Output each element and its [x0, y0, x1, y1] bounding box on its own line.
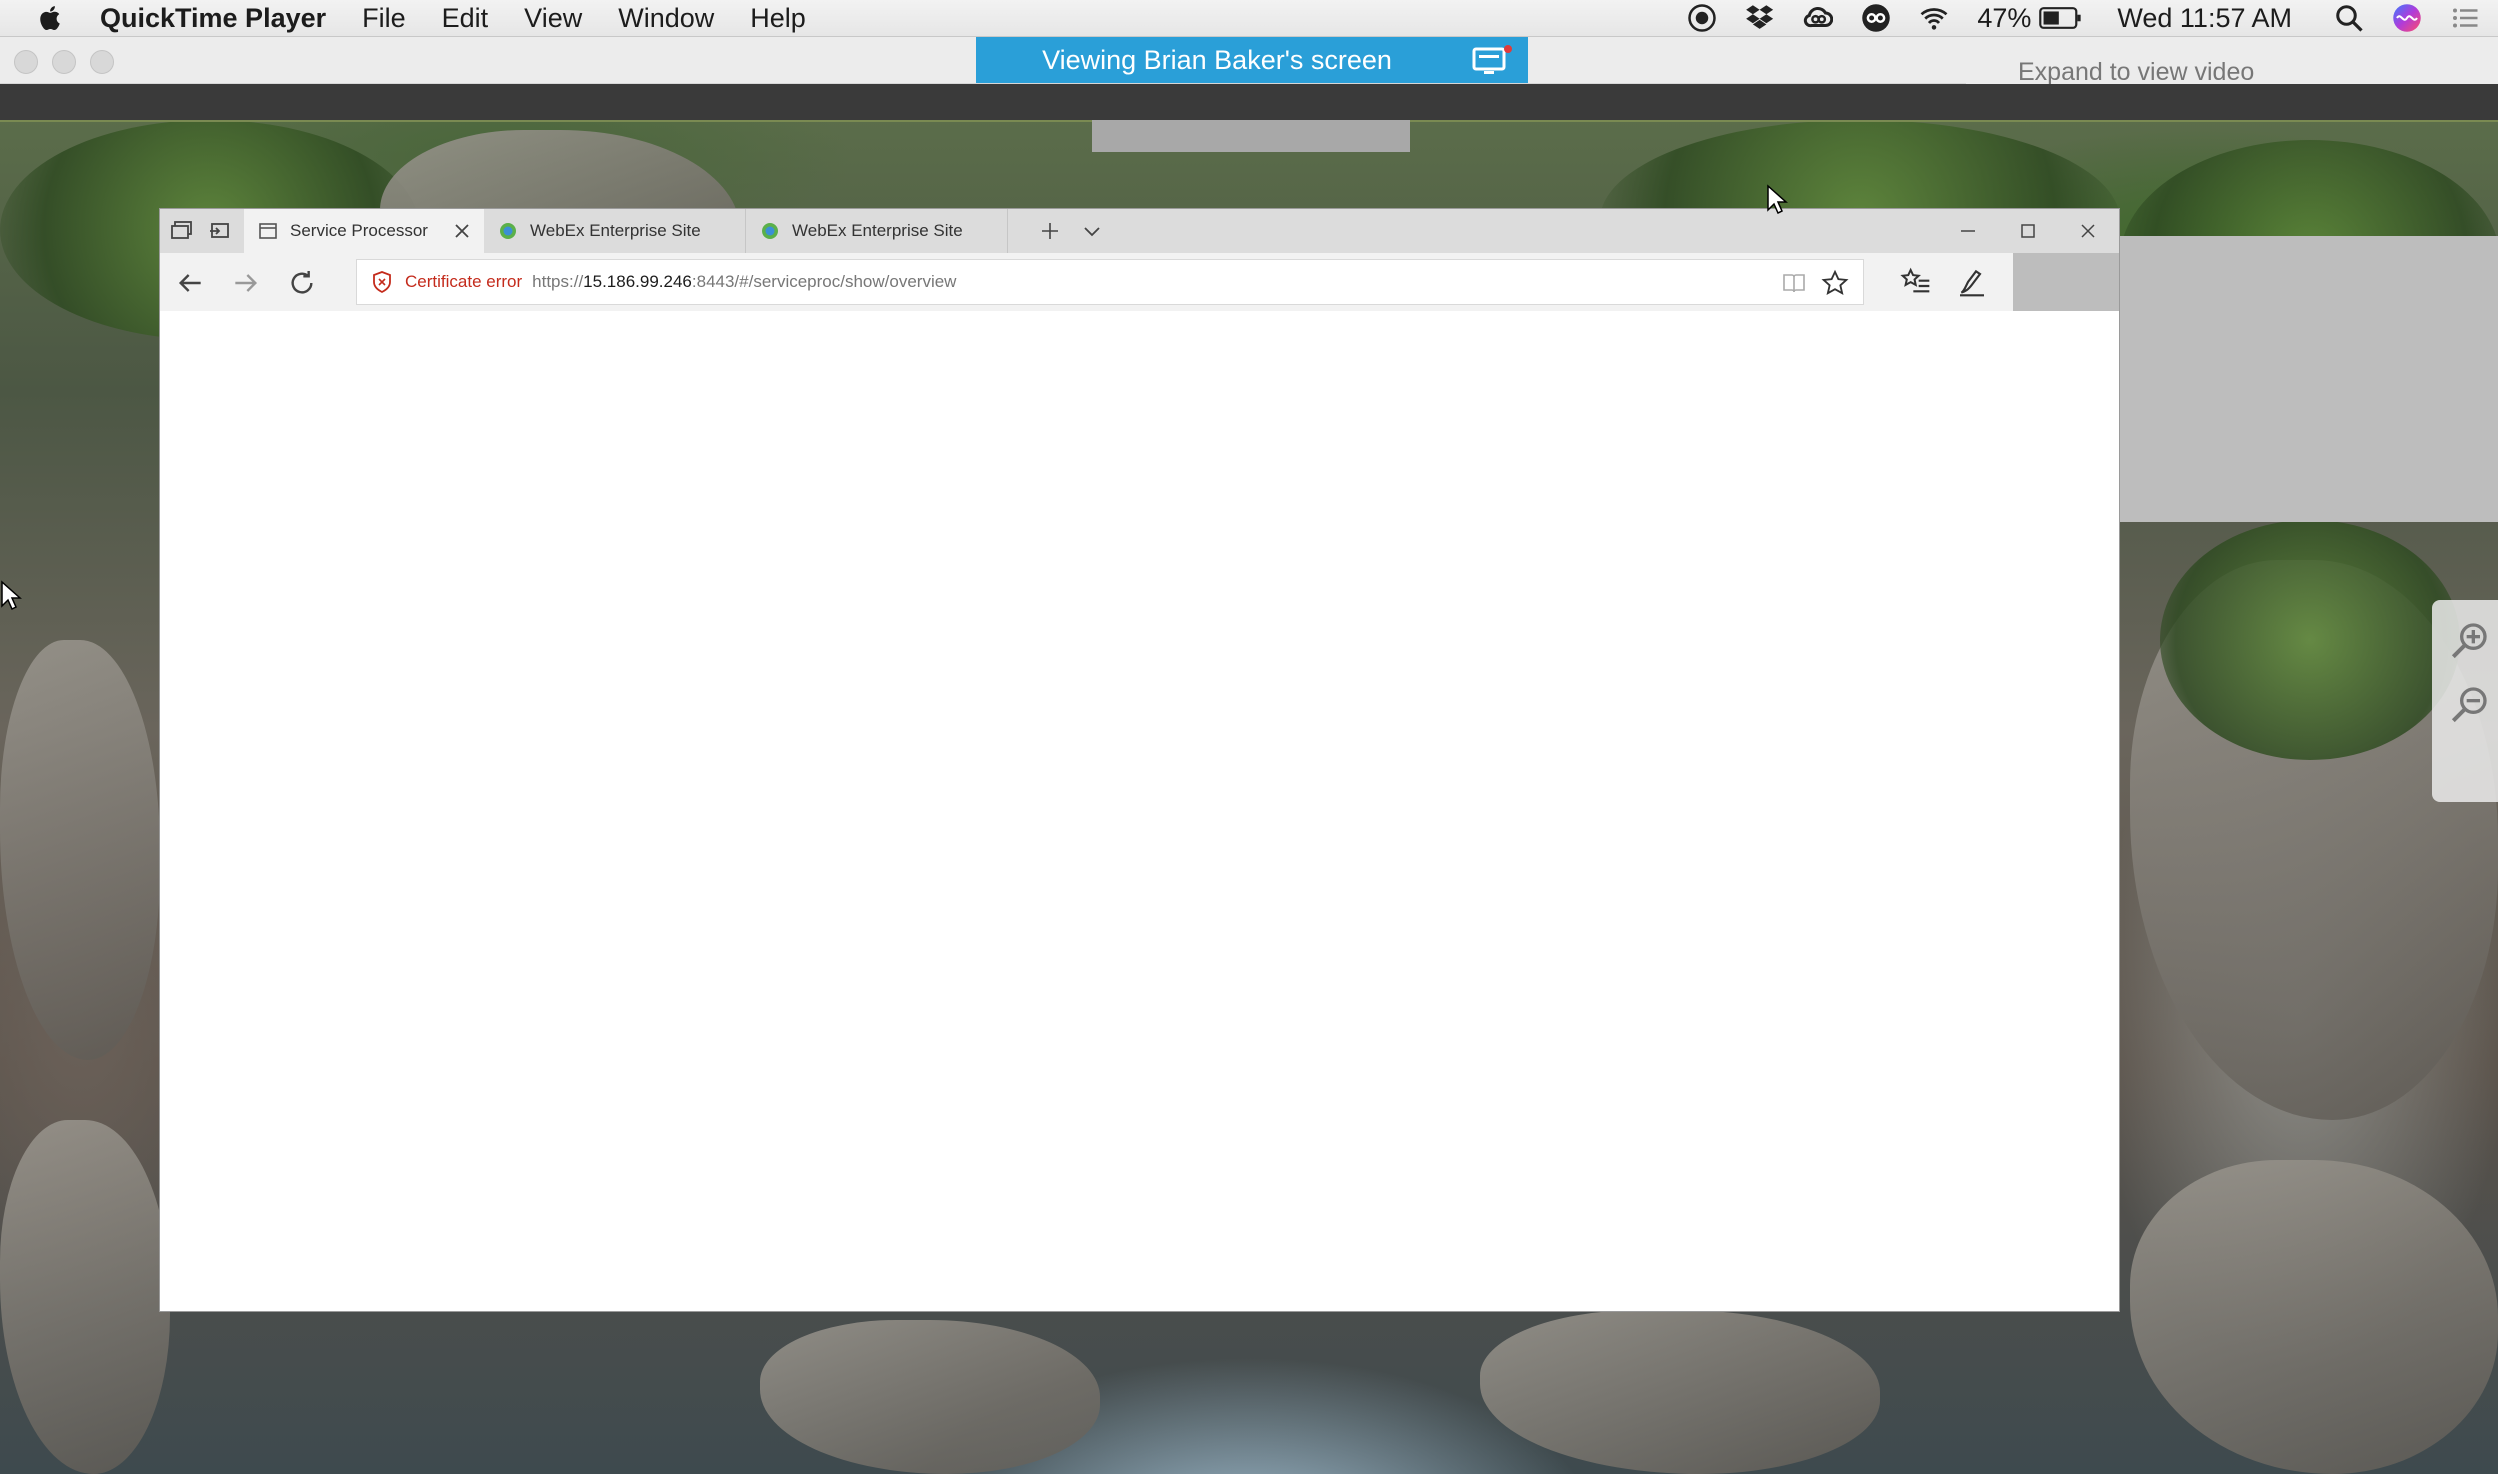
siri-icon[interactable] — [2392, 3, 2422, 33]
chevron-down-icon[interactable] — [1080, 219, 1104, 243]
minimize-window-button[interactable] — [52, 50, 76, 74]
close-tab-icon[interactable] — [452, 221, 472, 241]
rock — [0, 1120, 170, 1474]
refresh-icon[interactable] — [286, 267, 318, 299]
menu-window[interactable]: Window — [618, 3, 714, 34]
dropbox-icon[interactable] — [1745, 3, 1775, 33]
creative-cloud-icon[interactable] — [1803, 3, 1834, 33]
rock — [1480, 1310, 1880, 1474]
close-icon[interactable] — [2076, 219, 2100, 243]
page-icon — [259, 223, 277, 239]
browser-window: Service Processor WebEx Enterprise Site … — [160, 209, 2119, 1311]
foliage — [2160, 520, 2460, 760]
maximize-icon[interactable] — [2016, 219, 2040, 243]
share-control-tab[interactable] — [1092, 120, 1410, 152]
url-host: 15.186.99.246 — [583, 272, 692, 291]
webex-favicon-icon — [500, 223, 516, 239]
stop-sharing-icon[interactable] — [1470, 43, 1514, 77]
navigation-bar: Certificate error https://15.186.99.246:… — [160, 253, 2013, 312]
url-path: :8443/#/serviceproc/show/overview — [691, 272, 957, 291]
menubar-clock[interactable]: Wed 11:57 AM — [2117, 3, 2292, 34]
page-content-blank[interactable] — [160, 311, 2119, 1311]
menu-view[interactable]: View — [524, 3, 582, 34]
rock — [760, 1320, 1100, 1474]
address-bar[interactable]: Certificate error https://15.186.99.246:… — [356, 259, 1864, 305]
record-icon[interactable] — [1687, 3, 1717, 33]
mouse-cursor-icon — [1, 580, 22, 611]
tab-label: WebEx Enterprise Site — [530, 221, 701, 240]
zoom-window-button[interactable] — [90, 50, 114, 74]
rock — [0, 640, 160, 1060]
tab-label: WebEx Enterprise Site — [792, 221, 963, 240]
viewing-banner-text: Viewing Brian Baker's screen — [1042, 44, 1392, 75]
forward-icon[interactable] — [230, 267, 262, 299]
spotlight-icon[interactable] — [2334, 3, 2364, 33]
menu-edit[interactable]: Edit — [442, 3, 489, 34]
mouse-cursor-icon — [1767, 184, 1788, 215]
status-area: 47% Wed 11:57 AM — [1673, 0, 2498, 36]
tab-label: Service Processor — [290, 221, 428, 240]
webex-favicon-icon — [762, 223, 778, 239]
battery-icon[interactable] — [2039, 6, 2083, 30]
favorites-hub-icon[interactable] — [1900, 266, 1932, 298]
reading-view-icon[interactable] — [1781, 270, 1807, 296]
tab-service-processor[interactable]: Service Processor — [244, 209, 484, 253]
zoom-in-icon[interactable] — [2450, 620, 2490, 660]
tab-strip: Service Processor WebEx Enterprise Site … — [160, 209, 2119, 253]
url-scheme: https:// — [532, 272, 584, 291]
owncloud-icon[interactable] — [1861, 3, 1891, 33]
wifi-icon[interactable] — [1919, 3, 1949, 33]
set-aside-tabs-icon[interactable] — [170, 220, 194, 242]
star-icon[interactable] — [1821, 269, 1849, 297]
back-icon[interactable] — [174, 267, 206, 299]
new-tab-icon[interactable] — [1038, 219, 1062, 243]
battery-percentage: 47% — [1977, 2, 2032, 33]
screen-share-banner[interactable]: Viewing Brian Baker's screen — [976, 37, 1528, 83]
shield-warning-icon[interactable] — [371, 270, 393, 294]
tab-webex-2[interactable]: WebEx Enterprise Site — [746, 209, 1008, 253]
apple-icon[interactable] — [36, 3, 66, 33]
quicktime-window-titlebar: Viewing Brian Baker's screen Expand to v… — [0, 37, 2498, 101]
close-window-button[interactable] — [14, 50, 38, 74]
notification-center-icon[interactable] — [2450, 3, 2480, 33]
certificate-error-label[interactable]: Certificate error — [405, 272, 522, 292]
menu-help[interactable]: Help — [750, 3, 806, 34]
menu-file[interactable]: File — [362, 3, 406, 34]
app-name-menu[interactable]: QuickTime Player — [100, 3, 326, 34]
zoom-controls — [2432, 600, 2498, 802]
zoom-out-icon[interactable] — [2450, 684, 2490, 724]
tabs-aside-icon[interactable] — [208, 220, 232, 242]
tab-webex-1[interactable]: WebEx Enterprise Site — [484, 209, 746, 253]
web-note-icon[interactable] — [1956, 266, 1988, 298]
expand-video-label: Expand to view video — [2018, 57, 2255, 86]
minimize-icon[interactable] — [1956, 219, 1980, 243]
shared-screen-top-strip — [0, 84, 2498, 122]
rock — [2130, 1160, 2498, 1474]
mac-menubar: QuickTime Player File Edit View Window H… — [0, 0, 2498, 37]
shared-screen-gap — [2013, 253, 2119, 311]
